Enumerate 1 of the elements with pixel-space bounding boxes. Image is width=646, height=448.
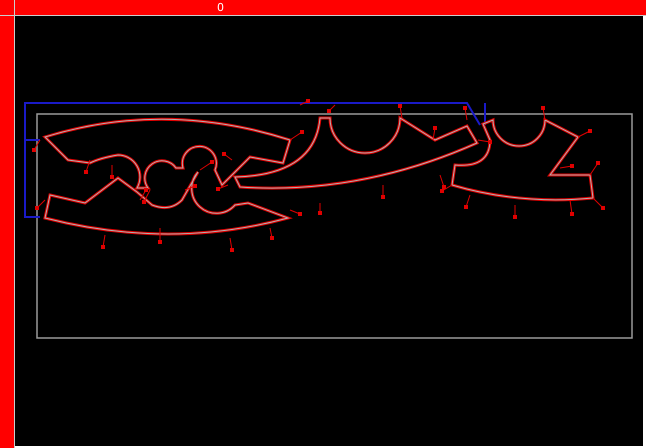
ruler-label: 0 — [217, 1, 224, 14]
